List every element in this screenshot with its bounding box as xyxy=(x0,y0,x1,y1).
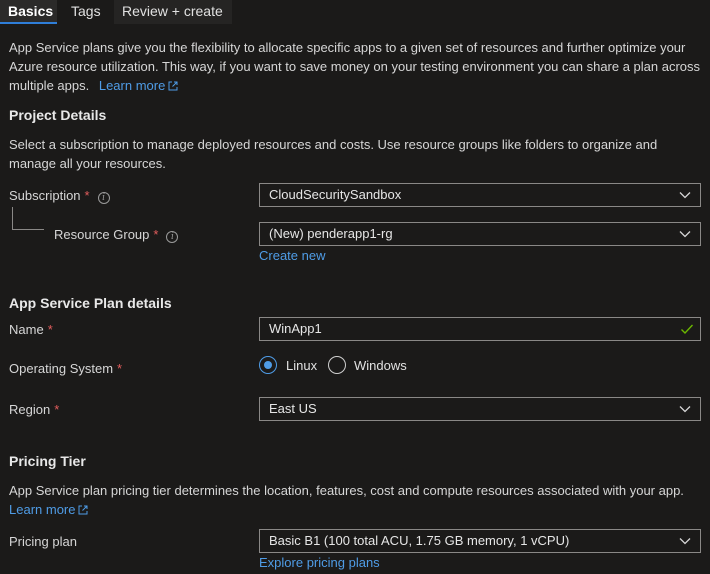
os-option-linux-label: Linux xyxy=(286,358,318,373)
explore-pricing-link[interactable]: Explore pricing plans xyxy=(259,555,380,570)
os-radio-windows[interactable] xyxy=(328,356,346,374)
checkmark-icon xyxy=(681,324,694,335)
pricing-tier-heading: Pricing Tier xyxy=(9,453,86,469)
required-marker: * xyxy=(47,322,53,337)
app-service-plan-form: Basics Tags Review + create App Service … xyxy=(0,0,710,574)
tab-review-create[interactable]: Review + create xyxy=(114,0,232,24)
chevron-down-icon xyxy=(679,231,691,238)
project-description: Select a subscription to manage deployed… xyxy=(9,137,658,171)
chevron-down-icon xyxy=(679,538,691,545)
info-icon[interactable]: i xyxy=(97,192,110,204)
tab-tags[interactable]: Tags xyxy=(63,0,113,24)
subscription-label: Subscription * i xyxy=(9,188,110,204)
os-label: Operating System * xyxy=(9,361,123,376)
chevron-down-icon xyxy=(679,192,691,199)
info-icon[interactable]: i xyxy=(166,231,179,243)
project-details-heading: Project Details xyxy=(9,107,107,123)
name-label: Name * xyxy=(9,322,53,337)
region-label: Region * xyxy=(9,402,60,417)
intro-learn-more-link[interactable]: Learn more xyxy=(99,78,178,93)
pricing-plan-select[interactable]: Basic B1 (100 total ACU, 1.75 GB memory,… xyxy=(259,529,701,553)
pricing-plan-label: Pricing plan xyxy=(9,534,77,549)
required-marker: * xyxy=(54,402,60,417)
resource-group-label: Resource Group * i xyxy=(54,227,179,243)
os-option-windows-label: Windows xyxy=(354,358,407,373)
tab-basics[interactable]: Basics xyxy=(0,0,57,24)
os-radio-linux[interactable] xyxy=(259,356,277,374)
region-select[interactable]: East US xyxy=(259,397,701,421)
tab-bar: Basics Tags Review + create xyxy=(0,0,710,26)
tree-connector xyxy=(12,207,44,230)
chevron-down-icon xyxy=(679,406,691,413)
required-marker: * xyxy=(153,227,159,242)
external-link-icon xyxy=(78,505,88,515)
name-input[interactable]: WinApp1 xyxy=(259,317,701,341)
intro-paragraph: App Service plans give you the flexibili… xyxy=(9,38,704,95)
pricing-description: App Service plan pricing tier determines… xyxy=(9,483,684,517)
required-marker: * xyxy=(84,188,90,203)
required-marker: * xyxy=(117,361,123,376)
plan-details-heading: App Service Plan details xyxy=(9,295,172,311)
resource-group-select[interactable]: (New) penderapp1-rg xyxy=(259,222,701,246)
create-new-link[interactable]: Create new xyxy=(259,248,325,263)
pricing-learn-more-link[interactable]: Learn more xyxy=(9,502,88,517)
external-link-icon xyxy=(168,81,178,91)
subscription-select[interactable]: CloudSecuritySandbox xyxy=(259,183,701,207)
